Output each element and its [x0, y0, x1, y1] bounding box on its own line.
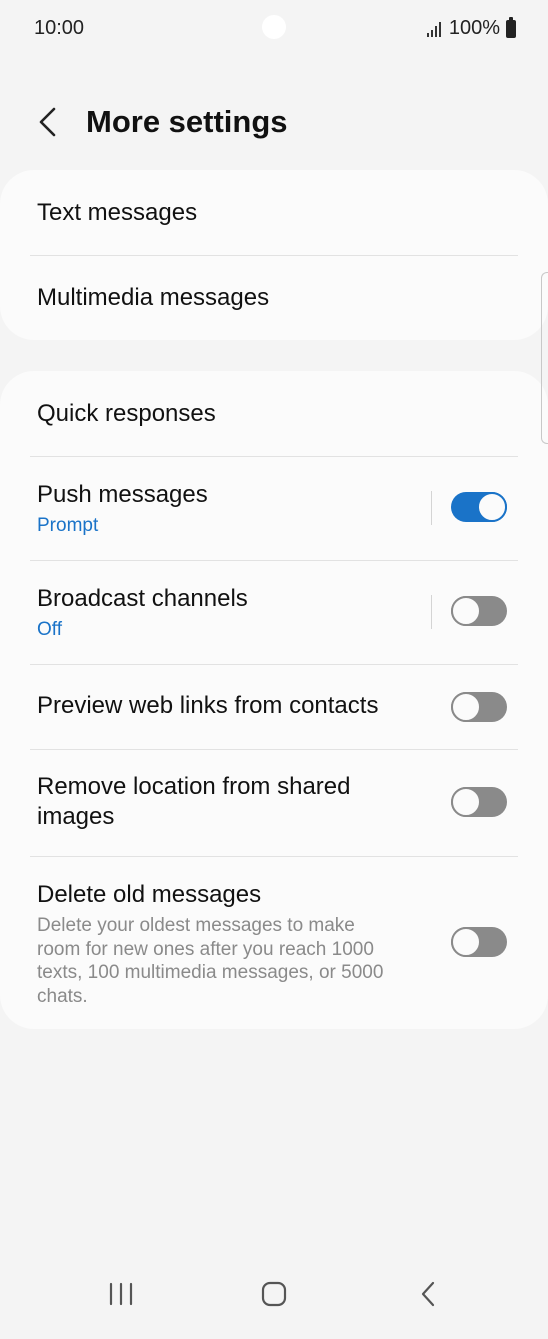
app-header: More settings — [0, 90, 548, 154]
list-item-label: Delete old messages — [37, 881, 262, 908]
list-item-broadcast-channels[interactable]: Broadcast channels Off — [0, 561, 548, 664]
description-line: chats. — [37, 985, 88, 1007]
toggle-knob — [451, 596, 481, 626]
description-line: texts, 100 multimedia messages, or 5000 — [37, 962, 384, 983]
vertical-divider — [431, 491, 432, 525]
list-item-preview-web-links[interactable]: Preview web links from contacts — [0, 665, 548, 749]
battery-percent: 100% — [448, 17, 500, 39]
toggle-knob — [451, 692, 481, 722]
status-indicators: 100% — [426, 16, 516, 40]
settings-group-messages: Text messages Multimedia messages — [0, 170, 548, 340]
page-title: More settings — [86, 104, 288, 139]
list-item-delete-old-messages[interactable]: Delete old messages Delete your oldest m… — [0, 857, 548, 1029]
screen: 10:00 100% More settings Text messages M… — [0, 0, 548, 1339]
back-icon — [421, 1281, 435, 1307]
description-line: room for new ones after you reach 1000 — [37, 938, 374, 960]
preview-web-links-toggle[interactable] — [451, 692, 507, 722]
list-item-label-line1: Remove location from shared — [37, 773, 351, 800]
camera-cutout — [262, 15, 286, 39]
recents-button[interactable] — [91, 1269, 151, 1319]
list-item-quick-responses[interactable]: Quick responses — [0, 371, 548, 456]
list-item-label: Push messages — [37, 481, 208, 508]
list-item-label: Text messages — [37, 199, 198, 226]
remove-location-toggle[interactable] — [451, 787, 507, 817]
back-button[interactable] — [28, 102, 68, 142]
list-item-remove-location[interactable]: Remove location from shared images — [0, 750, 548, 856]
recents-icon — [109, 1282, 133, 1306]
toggle-knob — [451, 787, 481, 817]
list-item-text-messages[interactable]: Text messages — [0, 170, 548, 255]
navigation-bar — [0, 1259, 548, 1339]
list-item-label: Quick responses — [37, 400, 216, 427]
push-messages-toggle[interactable] — [451, 492, 507, 522]
signal-icon — [426, 21, 441, 37]
toggle-knob — [451, 927, 481, 957]
scrollbar[interactable] — [541, 272, 548, 444]
status-bar: 10:00 100% — [0, 0, 548, 60]
list-item-label: Broadcast channels — [37, 585, 248, 612]
nav-back-button[interactable] — [398, 1269, 458, 1319]
broadcast-channels-toggle[interactable] — [451, 596, 507, 626]
list-item-status: Off — [37, 619, 62, 640]
home-button[interactable] — [244, 1269, 304, 1319]
battery-icon — [506, 16, 516, 38]
list-item-label: Preview web links from contacts — [37, 692, 379, 719]
status-time: 10:00 — [34, 17, 85, 39]
list-item-label: Multimedia messages — [37, 284, 270, 311]
description-line: Delete your oldest messages to make — [37, 915, 355, 936]
list-item-multimedia-messages[interactable]: Multimedia messages — [0, 256, 548, 340]
home-icon — [261, 1281, 287, 1307]
toggle-knob — [477, 492, 507, 522]
delete-old-messages-toggle[interactable] — [451, 927, 507, 957]
chevron-left-icon — [39, 107, 56, 137]
list-item-push-messages[interactable]: Push messages Prompt — [0, 457, 548, 560]
list-item-status: Prompt — [37, 515, 99, 536]
list-item-description: Delete your oldest messages to make room… — [37, 914, 417, 1008]
vertical-divider — [431, 595, 432, 629]
list-item-label-line2: images — [37, 803, 115, 830]
settings-group-other: Quick responses Push messages Prompt Bro… — [0, 371, 548, 1029]
